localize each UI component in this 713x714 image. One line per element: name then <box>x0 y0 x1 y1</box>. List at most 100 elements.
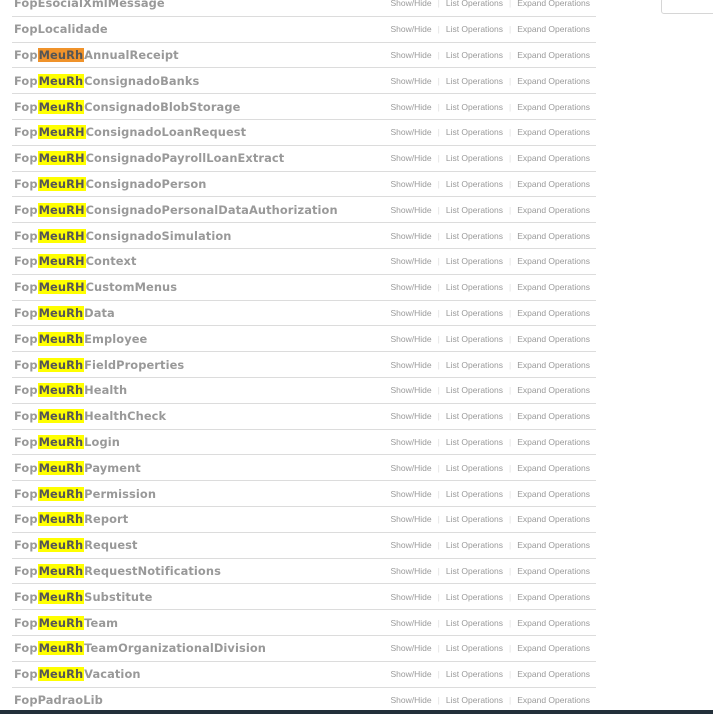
resource-name-link[interactable]: FopMeuRHConsignadoPersonalDataAuthorizat… <box>14 202 338 217</box>
expand-operations-link[interactable]: Expand Operations <box>517 179 590 189</box>
list-operations-link[interactable]: List Operations <box>446 205 503 215</box>
expand-operations-link[interactable]: Expand Operations <box>517 76 590 86</box>
list-operations-link[interactable]: List Operations <box>446 256 503 266</box>
resource-name-link[interactable]: FopMeuRhTeamOrganizationalDivision <box>14 641 266 656</box>
expand-operations-link[interactable]: Expand Operations <box>517 282 590 292</box>
resource-name-link[interactable]: FopMeuRHConsignadoPerson <box>14 176 207 191</box>
expand-operations-link[interactable]: Expand Operations <box>517 308 590 318</box>
show-hide-link[interactable]: Show/Hide <box>391 179 432 189</box>
resource-name-link[interactable]: FopLocalidade <box>14 22 108 36</box>
show-hide-link[interactable]: Show/Hide <box>391 24 432 34</box>
show-hide-link[interactable]: Show/Hide <box>391 437 432 447</box>
resource-name-link[interactable]: FopMeuRHConsignadoLoanRequest <box>14 125 246 140</box>
expand-operations-link[interactable]: Expand Operations <box>517 514 590 524</box>
show-hide-link[interactable]: Show/Hide <box>391 489 432 499</box>
resource-name-link[interactable]: FopMeuRHConsignadoPayrollLoanExtract <box>14 151 284 166</box>
show-hide-link[interactable]: Show/Hide <box>391 256 432 266</box>
show-hide-link[interactable]: Show/Hide <box>391 231 432 241</box>
show-hide-link[interactable]: Show/Hide <box>391 127 432 137</box>
expand-operations-link[interactable]: Expand Operations <box>517 50 590 60</box>
resource-name-link[interactable]: FopMeuRhRequestNotifications <box>14 563 221 578</box>
resource-name-link[interactable]: FopMeuRhSubstitute <box>14 589 153 604</box>
resource-name-link[interactable]: FopEsocialXmlMessage <box>14 0 165 10</box>
list-operations-link[interactable]: List Operations <box>446 179 503 189</box>
expand-operations-link[interactable]: Expand Operations <box>517 411 590 421</box>
show-hide-link[interactable]: Show/Hide <box>391 463 432 473</box>
show-hide-link[interactable]: Show/Hide <box>391 76 432 86</box>
list-operations-link[interactable]: List Operations <box>446 514 503 524</box>
expand-operations-link[interactable]: Expand Operations <box>517 334 590 344</box>
list-operations-link[interactable]: List Operations <box>446 360 503 370</box>
resource-name-link[interactable]: FopMeuRHConsignadoSimulation <box>14 228 231 243</box>
show-hide-link[interactable]: Show/Hide <box>391 643 432 653</box>
resource-name-link[interactable]: FopMeuRhConsignadoBlobStorage <box>14 99 240 114</box>
list-operations-link[interactable]: List Operations <box>446 127 503 137</box>
expand-operations-link[interactable]: Expand Operations <box>517 0 590 8</box>
list-operations-link[interactable]: List Operations <box>446 437 503 447</box>
show-hide-link[interactable]: Show/Hide <box>391 514 432 524</box>
list-operations-link[interactable]: List Operations <box>446 592 503 602</box>
list-operations-link[interactable]: List Operations <box>446 231 503 241</box>
resource-name-link[interactable]: FopMeuRhRequest <box>14 538 138 553</box>
resource-name-link[interactable]: FopMeuRhTeam <box>14 615 118 630</box>
list-operations-link[interactable]: List Operations <box>446 566 503 576</box>
resource-name-link[interactable]: FopMeuRhLogin <box>14 434 120 449</box>
expand-operations-link[interactable]: Expand Operations <box>517 231 590 241</box>
expand-operations-link[interactable]: Expand Operations <box>517 669 590 679</box>
list-operations-link[interactable]: List Operations <box>446 463 503 473</box>
list-operations-link[interactable]: List Operations <box>446 102 503 112</box>
show-hide-link[interactable]: Show/Hide <box>391 360 432 370</box>
show-hide-link[interactable]: Show/Hide <box>391 153 432 163</box>
expand-operations-link[interactable]: Expand Operations <box>517 618 590 628</box>
list-operations-link[interactable]: List Operations <box>446 50 503 60</box>
resource-name-link[interactable]: FopMeuRhData <box>14 305 115 320</box>
show-hide-link[interactable]: Show/Hide <box>391 282 432 292</box>
resource-name-link[interactable]: FopMeuRhFieldProperties <box>14 357 184 372</box>
list-operations-link[interactable]: List Operations <box>446 334 503 344</box>
list-operations-link[interactable]: List Operations <box>446 385 503 395</box>
expand-operations-link[interactable]: Expand Operations <box>517 592 590 602</box>
list-operations-link[interactable]: List Operations <box>446 643 503 653</box>
resource-name-link[interactable]: FopMeuRhEmployee <box>14 331 147 346</box>
expand-operations-link[interactable]: Expand Operations <box>517 540 590 550</box>
expand-operations-link[interactable]: Expand Operations <box>517 643 590 653</box>
list-operations-link[interactable]: List Operations <box>446 76 503 86</box>
show-hide-link[interactable]: Show/Hide <box>391 50 432 60</box>
show-hide-link[interactable]: Show/Hide <box>391 566 432 576</box>
list-operations-link[interactable]: List Operations <box>446 0 503 8</box>
resource-name-link[interactable]: FopMeuRHContext <box>14 254 137 269</box>
resource-name-link[interactable]: FopMeuRhReport <box>14 512 128 527</box>
resource-name-link[interactable]: FopMeuRhPermission <box>14 486 156 501</box>
list-operations-link[interactable]: List Operations <box>446 411 503 421</box>
list-operations-link[interactable]: List Operations <box>446 695 503 705</box>
expand-operations-link[interactable]: Expand Operations <box>517 102 590 112</box>
expand-operations-link[interactable]: Expand Operations <box>517 256 590 266</box>
show-hide-link[interactable]: Show/Hide <box>391 411 432 421</box>
resource-name-link[interactable]: FopMeuRhAnnualReceipt <box>14 47 179 62</box>
resource-name-link[interactable]: FopMeuRhHealthCheck <box>14 409 166 424</box>
expand-operations-link[interactable]: Expand Operations <box>517 463 590 473</box>
show-hide-link[interactable]: Show/Hide <box>391 308 432 318</box>
expand-operations-link[interactable]: Expand Operations <box>517 360 590 370</box>
show-hide-link[interactable]: Show/Hide <box>391 385 432 395</box>
show-hide-link[interactable]: Show/Hide <box>391 102 432 112</box>
resource-name-link[interactable]: FopMeuRhConsignadoBanks <box>14 73 199 88</box>
show-hide-link[interactable]: Show/Hide <box>391 592 432 602</box>
show-hide-link[interactable]: Show/Hide <box>391 205 432 215</box>
resource-name-link[interactable]: FopMeuRhVacation <box>14 667 141 682</box>
expand-operations-link[interactable]: Expand Operations <box>517 489 590 499</box>
expand-operations-link[interactable]: Expand Operations <box>517 205 590 215</box>
list-operations-link[interactable]: List Operations <box>446 618 503 628</box>
show-hide-link[interactable]: Show/Hide <box>391 669 432 679</box>
expand-operations-link[interactable]: Expand Operations <box>517 437 590 447</box>
resource-name-link[interactable]: FopMeuRHCustomMenus <box>14 280 177 295</box>
list-operations-link[interactable]: List Operations <box>446 489 503 499</box>
list-operations-link[interactable]: List Operations <box>446 669 503 679</box>
resource-name-link[interactable]: FopMeuRhPayment <box>14 460 141 475</box>
expand-operations-link[interactable]: Expand Operations <box>517 695 590 705</box>
expand-operations-link[interactable]: Expand Operations <box>517 385 590 395</box>
expand-operations-link[interactable]: Expand Operations <box>517 153 590 163</box>
resource-name-link[interactable]: FopPadraoLib <box>14 693 103 707</box>
list-operations-link[interactable]: List Operations <box>446 153 503 163</box>
show-hide-link[interactable]: Show/Hide <box>391 0 432 8</box>
